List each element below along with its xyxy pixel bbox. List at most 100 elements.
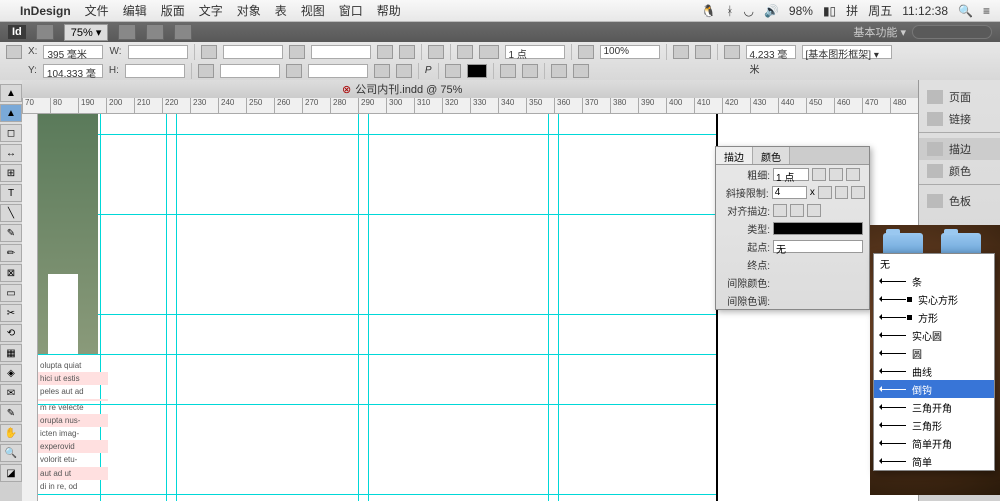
effects-icon[interactable] xyxy=(578,45,594,59)
align2-icon[interactable] xyxy=(573,64,589,78)
arrow-dropdown[interactable]: 无条实心方形方形实心圆圆曲线倒钩三角开角三角形简单开角简单 xyxy=(873,253,995,471)
gradient-tool[interactable]: ▦ xyxy=(0,344,22,362)
screen-mode-icon[interactable] xyxy=(146,24,164,40)
join-round-icon[interactable] xyxy=(835,186,849,199)
align-icon[interactable] xyxy=(551,64,567,78)
corner-field[interactable]: 4.233 毫米 xyxy=(746,45,796,59)
join-bevel-icon[interactable] xyxy=(851,186,865,199)
scale-y-field[interactable] xyxy=(220,64,280,78)
dropdown-item[interactable]: 圆 xyxy=(874,344,994,362)
align-inside-icon[interactable] xyxy=(790,204,804,217)
gap-tool[interactable]: ↔ xyxy=(0,144,22,162)
y-field[interactable]: 104.333 毫米 xyxy=(43,64,103,78)
stroke-swatch[interactable] xyxy=(467,64,487,78)
p-icon[interactable]: P xyxy=(425,65,432,76)
menu-object[interactable]: 对象 xyxy=(237,2,261,19)
join-miter-icon[interactable] xyxy=(818,186,832,199)
transform-tool[interactable]: ⟲ xyxy=(0,324,22,342)
h-field[interactable] xyxy=(125,64,185,78)
document-tab[interactable]: ⊗ 公司内刊.indd @ 75% xyxy=(342,81,462,97)
page-tool[interactable]: ◻ xyxy=(0,124,22,142)
dropdown-item[interactable]: 简单开角 xyxy=(874,434,994,452)
rotate-icon[interactable] xyxy=(289,45,305,59)
menu-view[interactable]: 视图 xyxy=(301,2,325,19)
wrap-icon[interactable] xyxy=(673,45,689,59)
shear-icon[interactable] xyxy=(286,64,302,78)
line-tool[interactable]: ╲ xyxy=(0,204,22,222)
path-icon[interactable] xyxy=(428,45,444,59)
pencil-tool[interactable]: ✏ xyxy=(0,244,22,262)
align-outside-icon[interactable] xyxy=(807,204,821,217)
dropdown-item[interactable]: 方形 xyxy=(874,308,994,326)
search-input[interactable] xyxy=(912,25,992,39)
rotate-field[interactable] xyxy=(311,45,371,59)
fit-icon[interactable] xyxy=(500,64,516,78)
links-panel[interactable]: 链接 xyxy=(919,108,1000,130)
frame-tool[interactable]: ⊠ xyxy=(0,264,22,282)
r90ccw-icon[interactable] xyxy=(396,64,412,78)
stroke-weight-field[interactable]: 1 点 xyxy=(505,45,565,59)
wrap2-icon[interactable] xyxy=(695,45,711,59)
notifications-icon[interactable]: ≡ xyxy=(983,4,990,18)
flip-v-icon[interactable] xyxy=(399,45,415,59)
menu-help[interactable]: 帮助 xyxy=(377,2,401,19)
ruler-horizontal[interactable]: 7080190200210220230240250260270280290300… xyxy=(22,98,918,114)
x-field[interactable]: 395 毫米 xyxy=(43,45,103,59)
cap-proj-icon[interactable] xyxy=(846,168,860,181)
note-tool[interactable]: ✉ xyxy=(0,384,22,402)
fit2-icon[interactable] xyxy=(522,64,538,78)
volume-icon[interactable]: 🔊 xyxy=(764,4,779,18)
eyedropper-tool[interactable]: ✎ xyxy=(0,404,22,422)
menu-layout[interactable]: 版面 xyxy=(161,2,185,19)
cap-round-icon[interactable] xyxy=(829,168,843,181)
ref-point-icon[interactable] xyxy=(6,45,22,59)
bluetooth-icon[interactable]: ᚼ xyxy=(726,4,733,18)
swatches-panel-btn[interactable]: 色板 xyxy=(919,190,1000,212)
fill-stroke-tool[interactable]: ◪ xyxy=(0,464,22,482)
fill-icon[interactable] xyxy=(457,45,473,59)
bridge-icon[interactable] xyxy=(36,24,54,40)
stroke-weight-icon[interactable] xyxy=(479,45,499,59)
stroke-icon[interactable] xyxy=(445,64,461,78)
content-tool[interactable]: ⊞ xyxy=(0,164,22,182)
ime-icon[interactable]: 拼 xyxy=(846,2,858,19)
app-name[interactable]: InDesign xyxy=(20,4,71,18)
dropdown-item[interactable]: 无 xyxy=(874,254,994,272)
penguin-icon[interactable]: 🐧 xyxy=(701,4,716,18)
view-opts-icon[interactable] xyxy=(118,24,136,40)
hand-tool[interactable]: ✋ xyxy=(0,424,22,442)
menu-edit[interactable]: 编辑 xyxy=(123,2,147,19)
color-panel-btn[interactable]: 颜色 xyxy=(919,160,1000,182)
type-field[interactable] xyxy=(773,222,863,235)
dropdown-item[interactable]: 倒钩 xyxy=(874,380,994,398)
dropdown-item[interactable]: 条 xyxy=(874,272,994,290)
scissors-tool[interactable]: ✂ xyxy=(0,304,22,322)
dropdown-item[interactable]: 曲线 xyxy=(874,362,994,380)
miter-field[interactable]: 4 xyxy=(772,186,807,199)
direct-select-tool[interactable]: ▲ xyxy=(0,104,22,122)
selection-tool[interactable]: ▲ xyxy=(0,84,22,102)
menu-table[interactable]: 表 xyxy=(275,2,287,19)
menu-window[interactable]: 窗口 xyxy=(339,2,363,19)
r90cw-icon[interactable] xyxy=(374,64,390,78)
dropdown-item[interactable]: 三角开角 xyxy=(874,398,994,416)
dropdown-item[interactable]: 三角形 xyxy=(874,416,994,434)
placed-image[interactable] xyxy=(38,114,98,354)
flip-h-icon[interactable] xyxy=(377,45,393,59)
shear-field[interactable] xyxy=(308,64,368,78)
pen-tool[interactable]: ✎ xyxy=(0,224,22,242)
pages-panel[interactable]: 页面 xyxy=(919,86,1000,108)
spotlight-icon[interactable]: 🔍 xyxy=(958,4,973,18)
type-tool[interactable]: T xyxy=(0,184,22,202)
scale-y-icon[interactable] xyxy=(198,64,214,78)
text-frame[interactable]: olupta quiathici ut estispeles aut adm r… xyxy=(38,359,108,493)
opacity-field[interactable]: 100% xyxy=(600,45,660,59)
start-field[interactable]: 无 xyxy=(773,240,863,253)
frame-type-field[interactable]: [基本图形框架] ▾ xyxy=(802,45,892,59)
cap-butt-icon[interactable] xyxy=(812,168,826,181)
stroke-panel-btn[interactable]: 描边 xyxy=(919,138,1000,160)
workspace-label[interactable]: 基本功能 ▾ xyxy=(853,24,906,40)
color-tab[interactable]: 颜色 xyxy=(753,147,790,164)
corner-icon[interactable] xyxy=(724,45,740,59)
dropdown-item[interactable]: 实心圆 xyxy=(874,326,994,344)
